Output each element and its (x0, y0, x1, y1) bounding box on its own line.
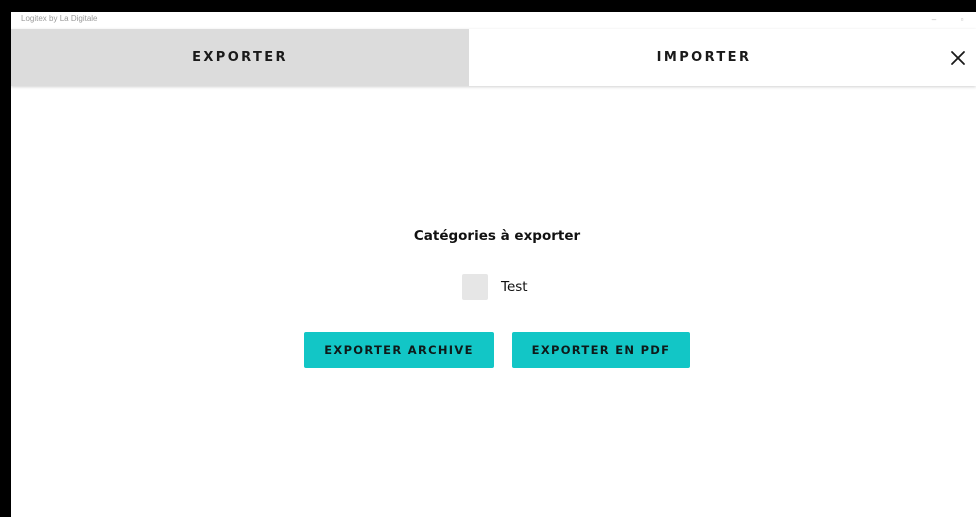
tab-importer[interactable]: IMPORTER (469, 29, 939, 86)
screen-background: Logitex by La Digitale – ▫ EXPORTER IMPO… (0, 0, 976, 517)
app-title: Logitex by La Digitale (21, 14, 98, 23)
minimize-icon[interactable]: – (929, 15, 939, 24)
maximize-icon[interactable]: ▫ (957, 15, 967, 24)
close-icon (950, 50, 965, 65)
tab-exporter[interactable]: EXPORTER (11, 29, 469, 86)
app-window: Logitex by La Digitale – ▫ EXPORTER IMPO… (11, 12, 976, 517)
section-title: Catégories à exporter (413, 228, 581, 244)
category-checkbox[interactable] (462, 274, 488, 300)
export-archive-button[interactable]: EXPORTER ARCHIVE (304, 332, 494, 368)
title-bar: Logitex by La Digitale – ▫ (11, 12, 976, 29)
tab-bar: EXPORTER IMPORTER (11, 29, 976, 86)
category-label: Test (501, 279, 528, 295)
close-button[interactable] (939, 29, 976, 86)
category-item-test: Test (462, 274, 528, 300)
export-panel: Catégories à exporter Test EXPORTER ARCH… (11, 86, 976, 517)
export-pdf-button[interactable]: EXPORTER EN PDF (512, 332, 690, 368)
